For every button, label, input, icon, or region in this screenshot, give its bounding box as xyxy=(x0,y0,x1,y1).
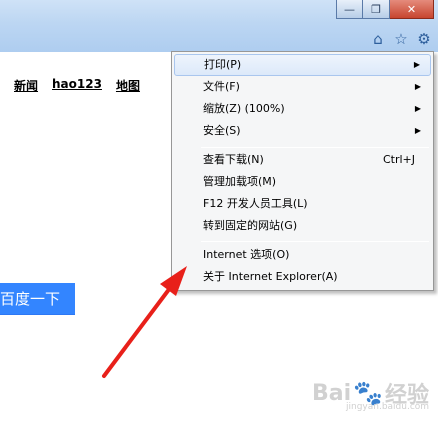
menu-item-label: 缩放(Z) (100%) xyxy=(203,102,285,115)
nav-link-news[interactable]: 新闻 xyxy=(14,77,38,94)
menu-separator xyxy=(201,241,429,242)
watermark-url: jingyan.baidu.com xyxy=(346,402,430,412)
menu-item-internet-options[interactable]: Internet 选项(O) xyxy=(174,244,431,266)
menu-item-label: 文件(F) xyxy=(203,80,240,93)
gear-icon[interactable]: ⚙ xyxy=(414,29,434,49)
menu-item-pinned-sites[interactable]: 转到固定的网站(G) xyxy=(174,215,431,237)
submenu-arrow-icon: ▶ xyxy=(413,60,420,69)
command-icons: ⌂ ☆ ⚙ xyxy=(368,29,434,49)
menu-item-label: F12 开发人员工具(L) xyxy=(203,197,308,210)
menu-item-label: 管理加载项(M) xyxy=(203,175,277,188)
menu-separator xyxy=(201,147,429,148)
submenu-arrow-icon: ▶ xyxy=(414,126,421,135)
search-button[interactable]: 百度一下 xyxy=(0,283,75,315)
menu-item-shortcut: Ctrl+J xyxy=(382,153,415,166)
menu-item-label: 打印(P) xyxy=(204,58,242,71)
window-controls: — ❐ ✕ xyxy=(336,0,434,19)
menu-item-label: 安全(S) xyxy=(203,124,241,137)
tools-menu: 打印(P) ▶ 文件(F) ▶ 缩放(Z) (100%) ▶ 安全(S) ▶ 查… xyxy=(171,51,434,291)
close-button[interactable]: ✕ xyxy=(390,0,434,19)
menu-item-print[interactable]: 打印(P) ▶ xyxy=(174,54,431,76)
minimize-button[interactable]: — xyxy=(336,0,363,19)
menu-item-label: 关于 Internet Explorer(A) xyxy=(203,270,338,283)
menu-item-label: Internet 选项(O) xyxy=(203,248,290,261)
restore-button[interactable]: ❐ xyxy=(363,0,390,19)
nav-link-hao123[interactable]: hao123 xyxy=(52,77,102,94)
menu-item-view-downloads[interactable]: 查看下载(N) Ctrl+J xyxy=(174,149,431,171)
menu-item-zoom[interactable]: 缩放(Z) (100%) ▶ xyxy=(174,98,431,120)
nav-link-map[interactable]: 地图 xyxy=(116,77,140,94)
menu-item-label: 查看下载(N) xyxy=(203,153,264,166)
menu-item-manage-addons[interactable]: 管理加载项(M) xyxy=(174,171,431,193)
menu-item-about-ie[interactable]: 关于 Internet Explorer(A) xyxy=(174,266,431,288)
submenu-arrow-icon: ▶ xyxy=(414,82,421,91)
menu-item-file[interactable]: 文件(F) ▶ xyxy=(174,76,431,98)
menu-item-label: 转到固定的网站(G) xyxy=(203,219,298,232)
home-icon[interactable]: ⌂ xyxy=(368,29,388,49)
title-bar: — ❐ ✕ ⌂ ☆ ⚙ xyxy=(0,0,438,52)
top-nav: 新闻 hao123 地图 xyxy=(14,77,140,94)
submenu-arrow-icon: ▶ xyxy=(414,104,421,113)
star-icon[interactable]: ☆ xyxy=(391,29,411,49)
menu-item-safety[interactable]: 安全(S) ▶ xyxy=(174,120,431,142)
menu-item-dev-tools[interactable]: F12 开发人员工具(L) xyxy=(174,193,431,215)
